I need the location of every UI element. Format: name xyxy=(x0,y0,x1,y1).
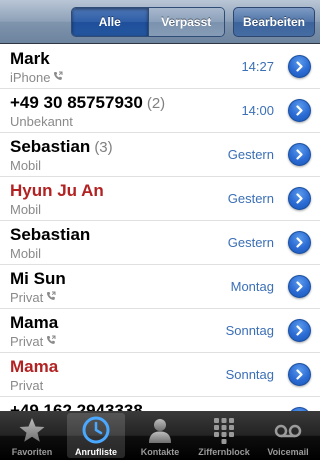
chevron-right-icon xyxy=(296,369,303,380)
call-count: (3) xyxy=(94,139,113,156)
navigation-bar: Alle Verpasst Bearbeiten xyxy=(0,0,320,44)
detail-disclosure-button[interactable] xyxy=(288,55,311,78)
call-time: 14:00 xyxy=(241,103,274,118)
caller-name: +49 30 85757930 (2) xyxy=(10,93,165,113)
tab-label: Ziffernblock xyxy=(198,447,250,457)
caller-name: Sebastian (3) xyxy=(10,137,113,157)
chevron-right-icon xyxy=(296,193,303,204)
number-type: Privat xyxy=(10,334,56,349)
detail-disclosure-button[interactable] xyxy=(288,319,311,342)
number-type: Privat xyxy=(10,378,43,393)
caller-name: Mark xyxy=(10,49,50,69)
caller-name-text: Sebastian xyxy=(10,225,91,244)
caller-name-text: Sebastian xyxy=(10,137,91,156)
star-icon xyxy=(17,415,47,445)
call-time: Gestern xyxy=(227,147,274,162)
number-type-label: Mobil xyxy=(10,158,42,173)
number-type: Unbekannt xyxy=(10,114,73,129)
segment-all[interactable]: Alle xyxy=(72,8,148,36)
call-row[interactable]: Hyun Ju An Mobil Gestern xyxy=(0,177,320,221)
caller-name-text: Hyun Ju An xyxy=(10,181,104,200)
detail-disclosure-button[interactable] xyxy=(288,275,311,298)
chevron-right-icon xyxy=(296,281,303,292)
number-type: Mobil xyxy=(10,158,41,173)
outgoing-call-icon xyxy=(53,71,63,84)
segment-missed[interactable]: Verpasst xyxy=(147,8,224,36)
tab-bar: Favoriten Anrufliste Kontakte Ziffernblock V… xyxy=(0,411,320,460)
tab-label: Favoriten xyxy=(11,447,53,457)
contacts-icon xyxy=(145,415,175,445)
chevron-right-icon xyxy=(296,237,303,248)
call-row[interactable]: Mama Privat Sonntag xyxy=(0,309,320,353)
tab-keypad[interactable]: Ziffernblock xyxy=(192,411,256,460)
caller-name: Sebastian xyxy=(10,225,90,245)
number-type: Privat xyxy=(10,290,56,305)
chevron-right-icon xyxy=(296,105,303,116)
chevron-right-icon xyxy=(296,149,303,160)
call-row[interactable]: Mi Sun Privat Montag xyxy=(0,265,320,309)
number-type: iPhone xyxy=(10,70,63,85)
tab-label: Kontakte xyxy=(140,447,180,457)
call-time: 14:27 xyxy=(241,59,274,74)
caller-name-text: Mama xyxy=(10,313,59,332)
tab-contacts[interactable]: Kontakte xyxy=(128,411,192,460)
tab-label: Voicemail xyxy=(267,447,309,457)
caller-name-text: Mama xyxy=(10,357,59,376)
caller-name: Hyun Ju An xyxy=(10,181,104,201)
number-type: Mobil xyxy=(10,202,41,217)
voicemail-icon xyxy=(273,415,303,445)
call-time: Sonntag xyxy=(225,367,274,382)
chevron-right-icon xyxy=(296,325,303,336)
caller-name: Mama xyxy=(10,313,58,333)
number-type-label: Unbekannt xyxy=(10,114,73,129)
caller-name-text: Mark xyxy=(10,49,50,68)
caller-name: Mama xyxy=(10,357,58,377)
detail-disclosure-button[interactable] xyxy=(288,99,311,122)
number-type-label: Mobil xyxy=(10,202,42,217)
number-type-label: Privat xyxy=(10,290,44,305)
tab-clock[interactable]: Anrufliste xyxy=(64,411,128,460)
detail-disclosure-button[interactable] xyxy=(288,363,311,386)
recents-list: Mark iPhone 14:27 +49 30 85757930 (2) Unbekan… xyxy=(0,45,320,441)
caller-name-text: Mi Sun xyxy=(10,269,66,288)
call-row[interactable]: Sebastian (3) Mobil Gestern xyxy=(0,133,320,177)
call-time: Gestern xyxy=(227,191,274,206)
detail-disclosure-button[interactable] xyxy=(288,187,311,210)
call-time: Gestern xyxy=(227,235,274,250)
keypad-icon xyxy=(209,415,239,445)
detail-disclosure-button[interactable] xyxy=(288,231,311,254)
clock-icon xyxy=(81,415,111,445)
tab-voicemail[interactable]: Voicemail xyxy=(256,411,320,460)
number-type-label: iPhone xyxy=(10,70,51,85)
edit-button[interactable]: Bearbeiten xyxy=(233,7,315,37)
detail-disclosure-button[interactable] xyxy=(288,143,311,166)
call-count: (2) xyxy=(146,95,166,112)
number-type-label: Privat xyxy=(10,334,44,349)
call-filter-segmented-control: Alle Verpasst xyxy=(71,7,225,37)
call-row[interactable]: +49 30 85757930 (2) Unbekannt 14:00 xyxy=(0,89,320,133)
tab-star[interactable]: Favoriten xyxy=(0,411,64,460)
outgoing-call-icon xyxy=(46,291,56,304)
call-row[interactable]: Sebastian Mobil Gestern xyxy=(0,221,320,265)
call-time: Montag xyxy=(230,279,274,294)
call-row[interactable]: Mark iPhone 14:27 xyxy=(0,45,320,89)
caller-name-text: +49 30 85757930 xyxy=(10,93,143,112)
caller-name: Mi Sun xyxy=(10,269,66,289)
call-row[interactable]: Mama Privat Sonntag xyxy=(0,353,320,397)
chevron-right-icon xyxy=(296,61,303,72)
number-type-label: Mobil xyxy=(10,246,42,261)
number-type: Mobil xyxy=(10,246,41,261)
outgoing-call-icon xyxy=(46,335,56,348)
call-time: Sonntag xyxy=(225,323,274,338)
number-type-label: Privat xyxy=(10,378,44,393)
tab-label: Anrufliste xyxy=(74,447,117,457)
